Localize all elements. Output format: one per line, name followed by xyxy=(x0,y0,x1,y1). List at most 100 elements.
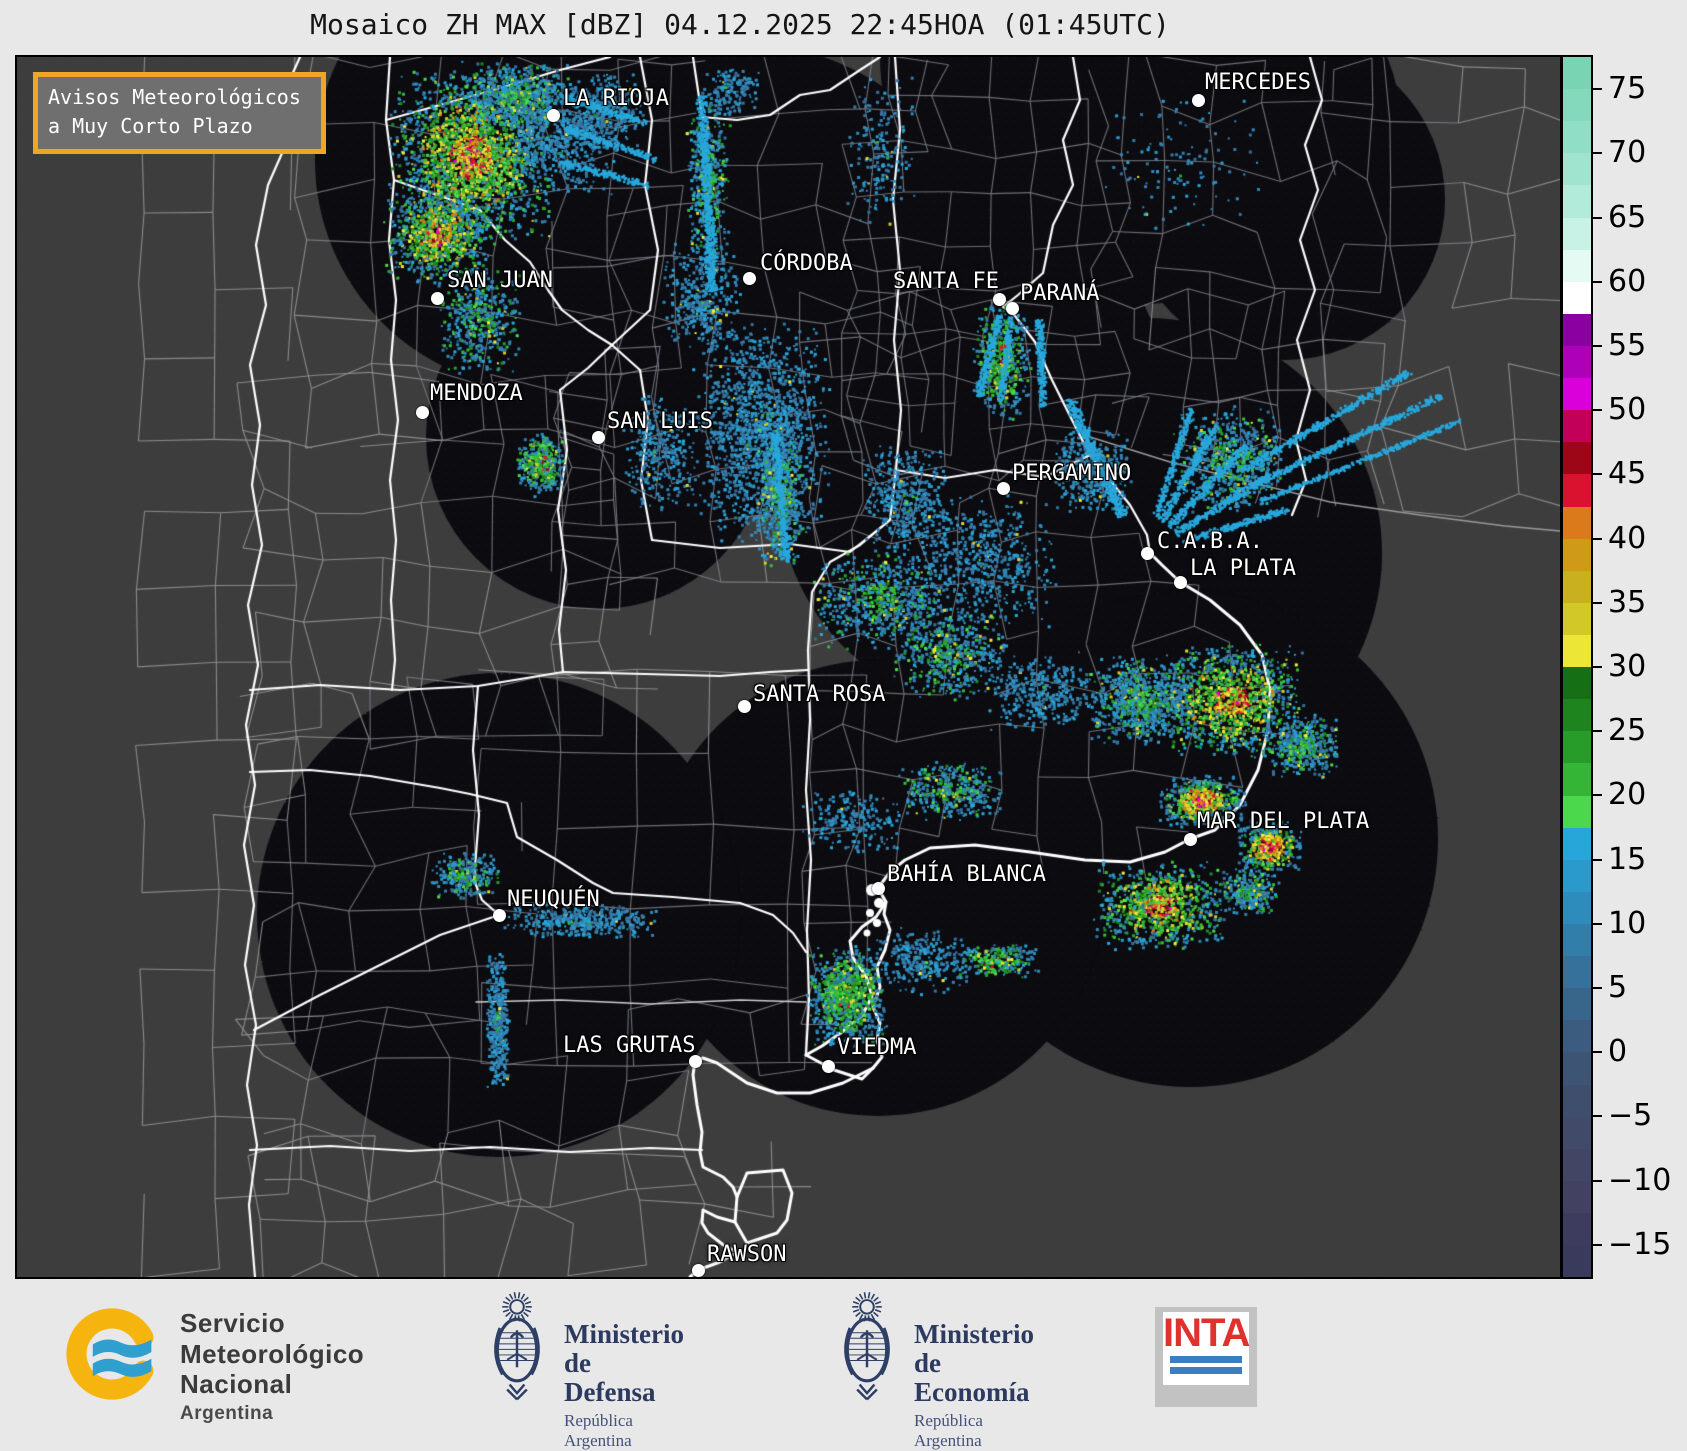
colorbar-tick xyxy=(1593,987,1602,990)
colorbar-segment xyxy=(1563,988,1591,1021)
colorbar xyxy=(1561,55,1593,1279)
colorbar-segment xyxy=(1563,1148,1591,1181)
colorbar-tick xyxy=(1593,1051,1602,1054)
colorbar-segment xyxy=(1563,859,1591,892)
colorbar-tick xyxy=(1593,601,1602,604)
colorbar-segment xyxy=(1563,667,1591,700)
colorbar-tick xyxy=(1593,1179,1602,1182)
colorbar-tick xyxy=(1593,1115,1602,1118)
coat-of-arms-icon xyxy=(844,1292,890,1401)
colorbar-segment xyxy=(1563,731,1591,764)
colorbar-segment xyxy=(1563,313,1591,346)
warning-line-2: a Muy Corto Plazo xyxy=(48,114,253,138)
smn-name-line1: Servicio xyxy=(180,1308,286,1338)
colorbar-segment xyxy=(1563,923,1591,957)
colorbar-tick xyxy=(1593,344,1602,347)
inta-label: INTA xyxy=(1163,1311,1250,1355)
smn-name-line3: Nacional xyxy=(180,1369,293,1400)
economia-line3: República Argentina xyxy=(914,1411,983,1451)
colorbar-segment xyxy=(1563,57,1591,90)
colorbar-tick-label: 10 xyxy=(1608,905,1647,941)
colorbar-tick xyxy=(1593,1243,1602,1246)
colorbar-tick xyxy=(1593,280,1602,283)
colorbar-tick xyxy=(1593,794,1602,797)
colorbar-tick xyxy=(1593,409,1602,412)
warning-line-1: Avisos Meteorológicos xyxy=(48,85,301,109)
colorbar-segment xyxy=(1563,1212,1591,1246)
colorbar-tick-label: −5 xyxy=(1608,1098,1653,1134)
smn-name-line4: Argentina xyxy=(180,1403,274,1425)
colorbar-tick xyxy=(1593,152,1602,155)
colorbar-segment xyxy=(1563,89,1591,122)
colorbar-segment xyxy=(1563,956,1591,989)
colorbar-tick-label: 70 xyxy=(1608,135,1647,171)
colorbar-segment xyxy=(1563,538,1591,571)
smn-name-line2: Meteorológico xyxy=(180,1338,365,1369)
colorbar-segment xyxy=(1563,378,1591,411)
colorbar-segment xyxy=(1563,1245,1591,1278)
colorbar-tick xyxy=(1593,666,1602,668)
inta-logo: INTA xyxy=(1155,1307,1257,1407)
colorbar-tick-label: 45 xyxy=(1608,456,1647,492)
colorbar-segment xyxy=(1563,602,1591,635)
colorbar-segment xyxy=(1563,442,1591,475)
colorbar-segment xyxy=(1563,345,1591,379)
colorbar-tick-label: 50 xyxy=(1608,392,1647,428)
colorbar-tick-label: 25 xyxy=(1608,713,1647,749)
colorbar-tick xyxy=(1593,473,1602,476)
colorbar-tick-label: 5 xyxy=(1608,970,1628,1006)
economia-line1: Ministerio xyxy=(914,1319,1034,1349)
colorbar-segment xyxy=(1563,1116,1591,1149)
colorbar-segment xyxy=(1563,410,1591,443)
colorbar-segment xyxy=(1563,153,1591,186)
colorbar-segment xyxy=(1563,570,1591,603)
colorbar-tick-label: 0 xyxy=(1608,1034,1628,1070)
colorbar-tick xyxy=(1593,88,1602,91)
colorbar-tick xyxy=(1593,216,1602,219)
colorbar-segment xyxy=(1563,281,1591,314)
colorbar-tick xyxy=(1593,730,1602,733)
colorbar-segment xyxy=(1563,795,1591,828)
warning-banner[interactable]: Avisos Meteorológicos a Muy Corto Plazo xyxy=(33,72,326,154)
economia-line2: de Economía xyxy=(914,1348,1030,1408)
inta-bar-icon xyxy=(1170,1367,1242,1374)
colorbar-segment xyxy=(1563,827,1591,860)
colorbar-tick-label: 30 xyxy=(1608,649,1647,684)
colorbar-segment xyxy=(1563,249,1591,282)
coat-of-arms-icon xyxy=(494,1292,540,1401)
colorbar-tick-label: 60 xyxy=(1608,263,1647,299)
colorbar-tick-label: −10 xyxy=(1608,1162,1672,1198)
defensa-line2: de Defensa xyxy=(564,1348,656,1408)
colorbar-tick-label: 35 xyxy=(1608,584,1647,620)
inta-logo-inner: INTA xyxy=(1163,1311,1250,1385)
colorbar-tick xyxy=(1593,537,1602,540)
colorbar-tick-label: 20 xyxy=(1608,777,1647,813)
colorbar-segment xyxy=(1563,217,1591,250)
radar-map-canvas xyxy=(17,57,1560,1277)
colorbar-segment xyxy=(1563,1052,1591,1085)
colorbar-segment xyxy=(1563,185,1591,218)
radar-mosaic-page: { "title": "Mosaico ZH MAX [dBZ] 04.12.2… xyxy=(0,0,1687,1450)
colorbar-segment xyxy=(1563,891,1591,924)
colorbar-tick-label: 55 xyxy=(1608,327,1647,363)
colorbar-tick-label: 15 xyxy=(1608,841,1647,877)
colorbar-segment xyxy=(1563,474,1591,507)
smn-logo-icon xyxy=(66,1308,158,1400)
colorbar-tick xyxy=(1593,858,1602,861)
colorbar-segment xyxy=(1563,699,1591,732)
inta-bar-icon xyxy=(1170,1356,1242,1363)
footer: Servicio Meteorológico Nacional Argentin… xyxy=(0,1280,1687,1450)
defensa-line1: Ministerio xyxy=(564,1319,684,1349)
page-title: Mosaico ZH MAX [dBZ] 04.12.2025 22:45HOA… xyxy=(310,8,1170,41)
colorbar-tick-label: 65 xyxy=(1608,199,1647,235)
colorbar-segment xyxy=(1563,506,1591,539)
colorbar-tick-label: 40 xyxy=(1608,520,1647,556)
radar-map-frame xyxy=(15,55,1562,1279)
colorbar-tick-label: −15 xyxy=(1608,1226,1672,1262)
colorbar-segment xyxy=(1563,763,1591,796)
colorbar-segment xyxy=(1563,1020,1591,1053)
colorbar-tick-label: 75 xyxy=(1608,71,1647,107)
colorbar-segment xyxy=(1563,1180,1591,1213)
colorbar-segment xyxy=(1563,634,1591,668)
defensa-line3: República Argentina xyxy=(564,1411,633,1451)
